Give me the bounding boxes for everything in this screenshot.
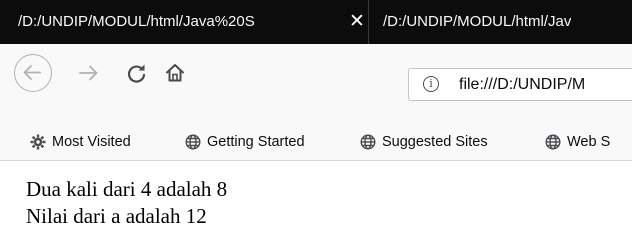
globe-icon [360,134,376,150]
tab-title: /D:/UNDIP/MODUL/html/Java%20S [18,13,255,30]
reload-button[interactable] [118,54,156,92]
page-content: Dua kali dari 4 adalah 8 Nilai dari a ad… [26,176,227,230]
bookmarks-toolbar: Most Visited Getting Started Suggested S… [0,124,632,161]
tab-inactive[interactable]: /D:/UNDIP/MODUL/html/Jav [368,0,632,44]
navigation-toolbar: i file:///D:/UNDIP/M [0,44,632,124]
tab-title: /D:/UNDIP/MODUL/html/Jav [383,13,572,30]
gear-icon [30,134,46,150]
home-button[interactable] [156,54,194,92]
arrow-left-icon [23,65,41,80]
url-bar[interactable]: i file:///D:/UNDIP/M [408,68,632,101]
globe-icon [545,134,561,150]
bookmark-label: Web S [567,134,611,150]
bookmark-suggested-sites[interactable]: Suggested Sites [360,124,520,160]
back-button[interactable] [14,54,52,92]
tab-active[interactable]: /D:/UNDIP/MODUL/html/Java%20S ✕ [10,0,366,44]
url-text[interactable]: file:///D:/UNDIP/M [459,69,585,100]
home-icon [166,64,184,82]
info-icon[interactable]: i [423,76,439,92]
bookmark-label: Suggested Sites [382,134,488,150]
tab-title-fade [328,6,348,38]
reload-icon [128,64,146,83]
bookmark-label: Most Visited [52,134,131,150]
output-line: Dua kali dari 4 adalah 8 [26,177,228,201]
tab-strip: /D:/UNDIP/MODUL/html/Java%20S ✕ /D:/UNDI… [0,0,632,44]
forward-button[interactable] [70,54,108,92]
globe-icon [185,134,201,150]
bookmark-most-visited[interactable]: Most Visited [30,124,170,160]
bookmark-getting-started[interactable]: Getting Started [185,124,345,160]
bookmark-label: Getting Started [207,134,305,150]
output-line: Nilai dari a adalah 12 [26,204,207,228]
bookmark-web-slice[interactable]: Web S [545,124,632,160]
close-icon[interactable]: ✕ [348,0,366,44]
arrow-right-icon [79,65,98,81]
